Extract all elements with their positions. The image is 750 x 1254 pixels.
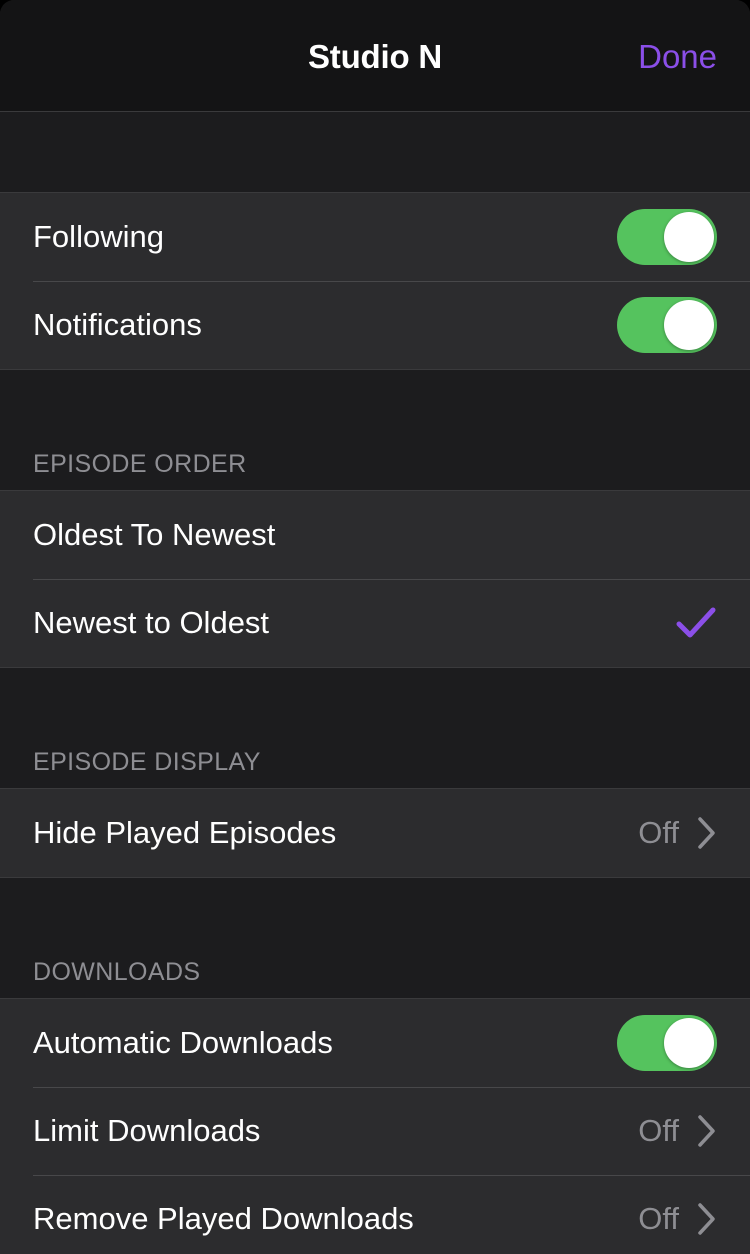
chevron-right-icon (697, 1114, 717, 1148)
checkmark-icon (675, 606, 717, 640)
section-header-episode-display: EPISODE DISPLAY (33, 748, 261, 776)
row-label: Remove Played Downloads (33, 1201, 414, 1236)
section-gap-episode-order: EPISODE ORDER (0, 370, 750, 490)
row-newest-to-oldest[interactable]: Newest to Oldest (0, 579, 750, 667)
row-accessory (675, 606, 717, 640)
section-gap-episode-display: EPISODE DISPLAY (0, 668, 750, 788)
navigation-bar: Studio N Done (0, 0, 750, 112)
row-label: Limit Downloads (33, 1113, 261, 1148)
section-gap-general (0, 112, 750, 192)
row-value: Off (638, 815, 679, 850)
row-value: Off (638, 1113, 679, 1148)
row-value: Off (638, 1201, 679, 1236)
row-label: Notifications (33, 307, 202, 342)
row-oldest-to-newest[interactable]: Oldest To Newest (0, 491, 750, 579)
row-automatic-downloads[interactable]: Automatic Downloads (0, 999, 750, 1087)
automatic-downloads-toggle[interactable] (617, 1015, 717, 1071)
toggle-knob (664, 1018, 714, 1068)
row-label: Automatic Downloads (33, 1025, 333, 1060)
row-label: Oldest To Newest (33, 517, 276, 552)
chevron-right-icon (697, 1202, 717, 1236)
section-downloads: Automatic Downloads Limit Downloads Off … (0, 998, 750, 1254)
toggle-knob (664, 300, 714, 350)
section-episode-order: Oldest To Newest Newest to Oldest (0, 490, 750, 668)
row-accessory (617, 1015, 717, 1071)
row-notifications[interactable]: Notifications (0, 281, 750, 369)
row-accessory: Off (638, 814, 717, 852)
section-header-downloads: DOWNLOADS (33, 958, 201, 986)
section-gap-downloads: DOWNLOADS (0, 878, 750, 998)
following-toggle[interactable] (617, 209, 717, 265)
row-remove-played-downloads[interactable]: Remove Played Downloads Off (0, 1175, 750, 1254)
row-accessory: Off (638, 1200, 717, 1238)
row-following[interactable]: Following (0, 193, 750, 281)
section-general: Following Notifications (0, 192, 750, 370)
toggle-knob (664, 212, 714, 262)
row-accessory: Off (638, 1112, 717, 1150)
row-label: Following (33, 219, 164, 254)
notifications-toggle[interactable] (617, 297, 717, 353)
row-label: Hide Played Episodes (33, 815, 337, 850)
row-label: Newest to Oldest (33, 605, 270, 640)
done-button[interactable]: Done (638, 36, 717, 78)
chevron-right-icon (697, 816, 717, 850)
row-limit-downloads[interactable]: Limit Downloads Off (0, 1087, 750, 1175)
section-header-episode-order: EPISODE ORDER (33, 450, 247, 478)
section-episode-display: Hide Played Episodes Off (0, 788, 750, 878)
settings-screen: Studio N Done Following Notifications EP… (0, 0, 750, 1254)
row-accessory (617, 209, 717, 265)
row-accessory (617, 297, 717, 353)
row-hide-played-episodes[interactable]: Hide Played Episodes Off (0, 789, 750, 877)
